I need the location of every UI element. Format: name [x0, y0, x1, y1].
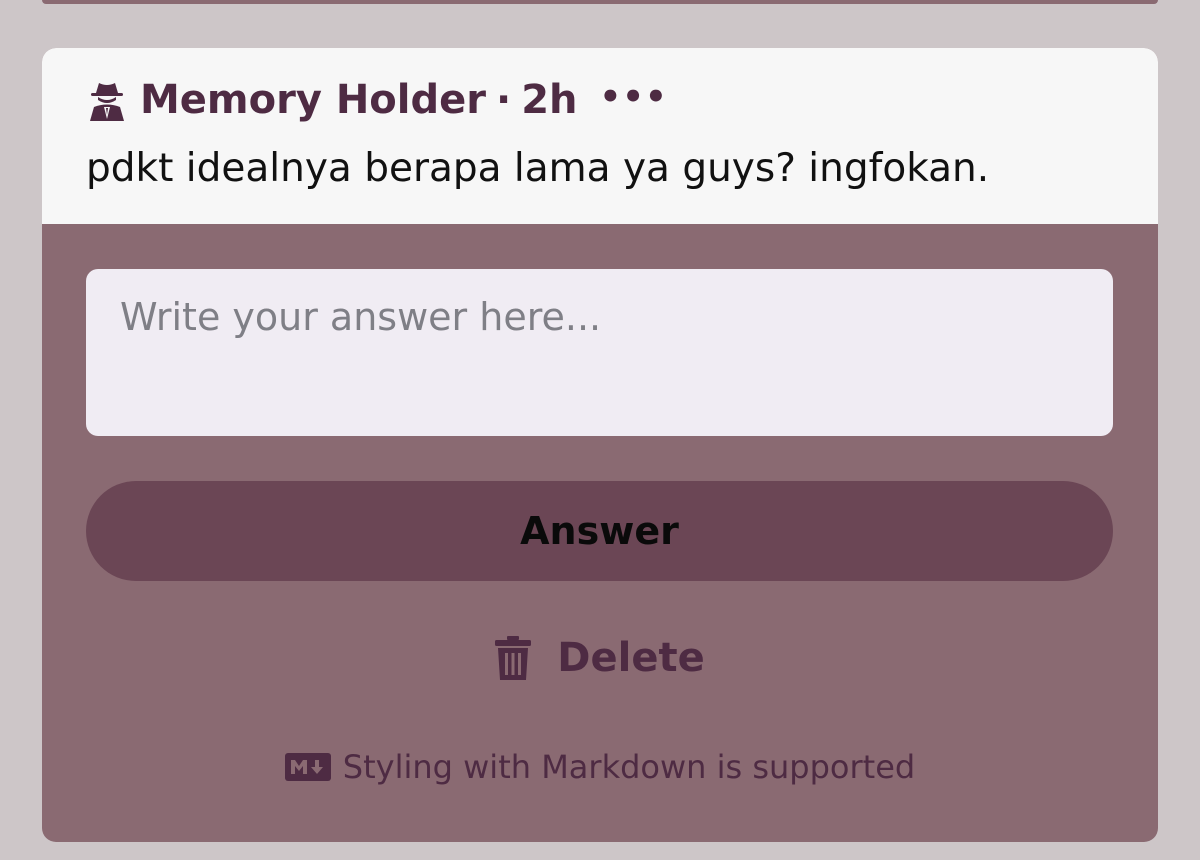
question-card: Memory Holder · 2h ••• pdkt idealnya ber…	[42, 48, 1158, 842]
question-text: pdkt idealnya berapa lama ya guys? ingfo…	[86, 146, 990, 191]
delete-label: Delete	[557, 635, 705, 681]
markdown-icon	[284, 753, 331, 781]
post-time: 2h	[521, 77, 578, 123]
delete-button[interactable]: Delete	[42, 628, 1158, 688]
author-name[interactable]: Memory Holder	[140, 77, 486, 123]
answer-input[interactable]	[86, 269, 1113, 436]
trash-icon	[495, 636, 532, 680]
markdown-note: Styling with Markdown is supported	[42, 748, 1158, 786]
markdown-note-text: Styling with Markdown is supported	[342, 748, 916, 786]
answer-button[interactable]: Answer	[86, 481, 1113, 581]
post-meta: Memory Holder · 2h •••	[86, 76, 1114, 124]
meta-separator: ·	[495, 77, 512, 123]
card-header: Memory Holder · 2h ••• pdkt idealnya ber…	[42, 48, 1158, 224]
user-secret-icon	[86, 79, 128, 121]
more-options-icon[interactable]: •••	[600, 80, 668, 114]
previous-card-edge	[42, 0, 1158, 4]
